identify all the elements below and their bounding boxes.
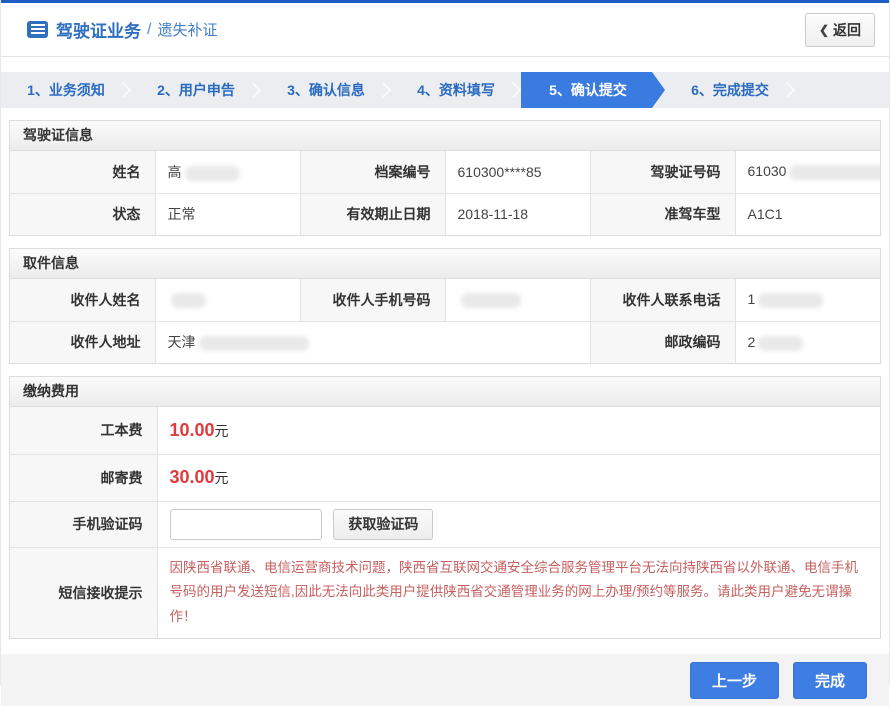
get-code-button[interactable]: 获取验证码 [333, 509, 433, 540]
status-value: 正常 [155, 193, 300, 235]
redacted-value [758, 336, 803, 351]
license-no-label: 驾驶证号码 [590, 151, 735, 193]
archive-no-label: 档案编号 [300, 151, 445, 193]
status-label: 状态 [10, 193, 155, 235]
step-2-user-declaration[interactable]: 2、用户申告 [131, 72, 261, 108]
back-button[interactable]: ❮ 返回 [805, 13, 875, 47]
cost-fee-label: 工本费 [10, 407, 157, 454]
step-progress-bar: 1、业务须知 2、用户申告 3、确认信息 4、资料填写 5、确认提交 6、完成提… [1, 72, 889, 108]
page-subtitle: 遗失补证 [157, 19, 217, 40]
step-1-business-notice[interactable]: 1、业务须知 [1, 72, 131, 108]
pickup-info-section: 取件信息 收件人姓名 收件人手机号码 收件人联系电话 1 收件人地址 天津 邮政… [9, 248, 881, 364]
license-section-title: 驾驶证信息 [10, 121, 880, 151]
table-row: 工本费 10.00元 [10, 407, 880, 454]
step-6-complete-submit[interactable]: 6、完成提交 [665, 72, 795, 108]
recipient-phone-label: 收件人联系电话 [590, 279, 735, 321]
footer-bar: 上一步 完成 [1, 654, 889, 706]
previous-step-button[interactable]: 上一步 [690, 662, 779, 699]
redacted-value [461, 293, 521, 308]
back-button-label: 返回 [833, 20, 861, 40]
list-icon [27, 21, 48, 38]
postage-fee-label: 邮寄费 [10, 454, 157, 501]
redacted-value [171, 293, 206, 308]
postage-fee-value: 30.00元 [157, 454, 880, 501]
step-4-fill-data[interactable]: 4、资料填写 [391, 72, 521, 108]
captcha-label: 手机验证码 [10, 501, 157, 547]
expiry-value: 2018-11-18 [445, 193, 590, 235]
postal-code-label: 邮政编码 [590, 321, 735, 363]
archive-no-value: 610300****85 [445, 151, 590, 193]
redacted-value [758, 293, 823, 308]
chevron-left-icon: ❮ [819, 23, 829, 37]
sms-notice-label: 短信接收提示 [10, 547, 157, 638]
step-3-confirm-info[interactable]: 3、确认信息 [261, 72, 391, 108]
table-row: 短信接收提示 因陕西省联通、电信运营商技术问题，陕西省互联网交通安全综合服务管理… [10, 547, 880, 638]
pickup-section-title: 取件信息 [10, 249, 880, 279]
postal-code-value: 2 [735, 321, 880, 363]
vehicle-class-label: 准驾车型 [590, 193, 735, 235]
page-header: 驾驶证业务 / 遗失补证 ❮ 返回 [1, 3, 889, 57]
name-label: 姓名 [10, 151, 155, 193]
recipient-address-value: 天津 [155, 321, 590, 363]
recipient-address-label: 收件人地址 [10, 321, 155, 363]
expiry-label: 有效期止日期 [300, 193, 445, 235]
fees-section-title: 缴纳费用 [10, 377, 880, 407]
page-title: 驾驶证业务 [56, 17, 141, 42]
recipient-name-value [155, 279, 300, 321]
vehicle-class-value: A1C1 [735, 193, 880, 235]
table-row: 状态 正常 有效期止日期 2018-11-18 准驾车型 A1C1 [10, 193, 880, 235]
table-row: 邮寄费 30.00元 [10, 454, 880, 501]
license-no-value: 61030 [735, 151, 880, 193]
redacted-value [185, 166, 240, 181]
table-row: 手机验证码 获取验证码 [10, 501, 880, 547]
finish-button[interactable]: 完成 [793, 662, 867, 699]
redacted-value [199, 336, 309, 351]
redacted-value [789, 165, 880, 180]
fees-section: 缴纳费用 工本费 10.00元 邮寄费 30.00元 手机验证码 获取验证码 短… [9, 376, 881, 639]
cost-fee-value: 10.00元 [157, 407, 880, 454]
recipient-mobile-value [445, 279, 590, 321]
name-value: 高 [155, 151, 300, 193]
sms-notice-text: 因陕西省联通、电信运营商技术问题，陕西省互联网交通安全综合服务管理平台无法向持陕… [157, 547, 880, 638]
table-row: 收件人姓名 收件人手机号码 收件人联系电话 1 [10, 279, 880, 321]
recipient-phone-value: 1 [735, 279, 880, 321]
recipient-mobile-label: 收件人手机号码 [300, 279, 445, 321]
title-separator: / [147, 21, 151, 39]
step-5-confirm-submit[interactable]: 5、确认提交 [521, 72, 665, 108]
captcha-input[interactable] [170, 509, 322, 540]
license-info-section: 驾驶证信息 姓名 高 档案编号 610300****85 驾驶证号码 61030… [9, 120, 881, 236]
table-row: 收件人地址 天津 邮政编码 2 [10, 321, 880, 363]
table-row: 姓名 高 档案编号 610300****85 驾驶证号码 61030 [10, 151, 880, 193]
recipient-name-label: 收件人姓名 [10, 279, 155, 321]
